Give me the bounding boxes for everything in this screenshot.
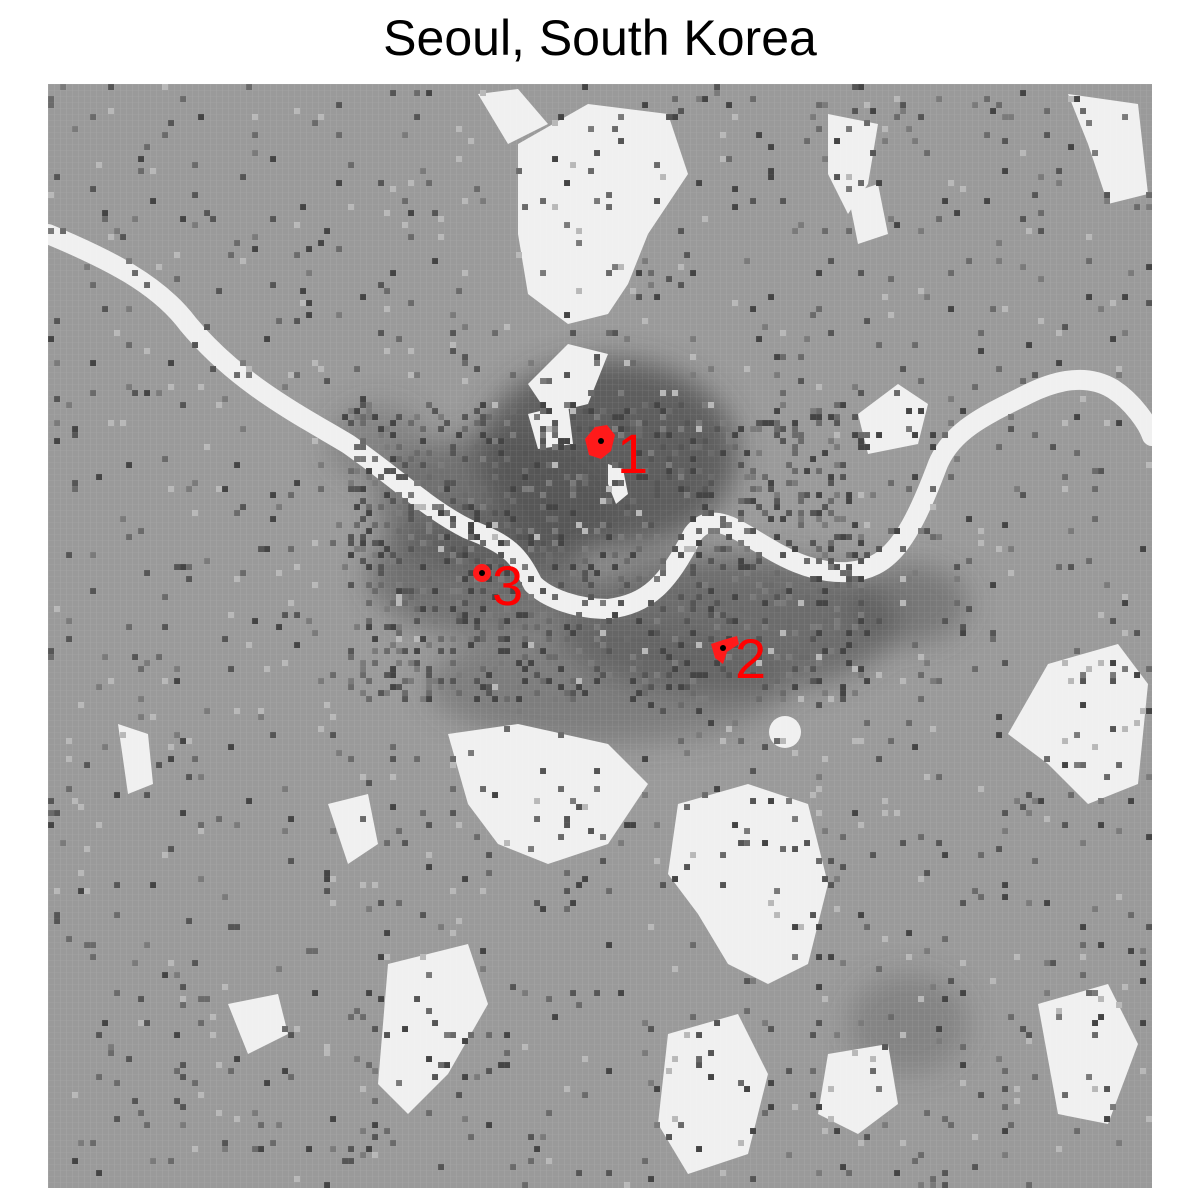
marker-3-center bbox=[479, 570, 485, 576]
map-canvas[interactable]: 1 2 3 bbox=[48, 84, 1152, 1188]
map-panel[interactable]: 1 2 3 bbox=[48, 84, 1152, 1188]
map-title: Seoul, South Korea bbox=[383, 10, 817, 66]
marker-1-center bbox=[598, 438, 604, 444]
grid-texture bbox=[48, 84, 1152, 1188]
marker-2-center bbox=[720, 645, 726, 651]
marker-1-label: 1 bbox=[617, 422, 648, 485]
marker-2-label: 2 bbox=[735, 627, 766, 690]
marker-3-label: 3 bbox=[492, 554, 523, 617]
